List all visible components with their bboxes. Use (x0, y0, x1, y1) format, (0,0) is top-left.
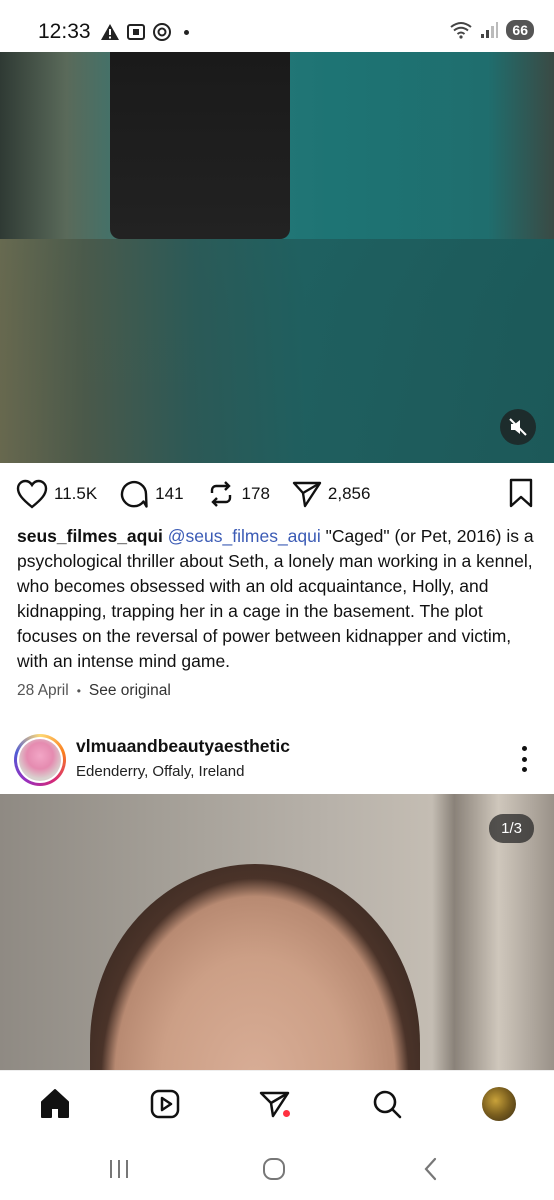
share-action[interactable]: 2,856 (292, 479, 371, 509)
at-icon (153, 23, 171, 41)
caption-mention[interactable]: @seus_filmes_aqui (168, 526, 321, 546)
nav-direct[interactable] (258, 1087, 292, 1121)
system-navigation (0, 1136, 554, 1200)
like-action[interactable]: 11.5K (16, 479, 97, 509)
screenshot-icon (127, 24, 145, 40)
status-icons-left (100, 22, 189, 42)
more-options-button[interactable] (514, 746, 534, 772)
like-count: 11.5K (54, 484, 98, 503)
status-time: 12:33 (38, 20, 91, 43)
nav-home[interactable] (38, 1087, 72, 1121)
back-icon[interactable] (421, 1157, 441, 1181)
home-icon[interactable] (38, 1087, 72, 1121)
muted-speaker-icon (509, 418, 527, 436)
warning-icon (101, 24, 119, 40)
nav-profile[interactable] (482, 1087, 516, 1121)
save-button[interactable] (508, 478, 534, 513)
post-username[interactable]: vlmuaandbeautyaesthetic (76, 736, 290, 757)
nav-reels[interactable] (148, 1087, 182, 1121)
caption-text: "Caged" (or Pet, 2016) is a psychologica… (17, 526, 534, 671)
nav-search[interactable] (370, 1087, 404, 1121)
wifi-icon (450, 22, 473, 39)
mute-button[interactable] (500, 409, 536, 445)
meta-separator: • (76, 684, 81, 698)
caption-username[interactable]: seus_filmes_aqui (17, 526, 163, 546)
repost-count: 178 (241, 484, 270, 503)
post-video[interactable] (0, 52, 554, 463)
bottom-navigation (0, 1070, 554, 1136)
avatar-image (19, 739, 61, 781)
comment-count: 141 (155, 484, 184, 503)
comment-icon[interactable] (119, 479, 149, 509)
post-header: vlmuaandbeautyaesthetic Edenderry, Offal… (14, 732, 540, 788)
status-icons-right: 66 (450, 20, 534, 40)
reels-icon[interactable] (149, 1088, 181, 1120)
status-bar: 12:33 66 (0, 0, 554, 52)
recent-apps-button[interactable] (104, 1154, 134, 1184)
notification-dot (283, 1110, 290, 1117)
bookmark-icon[interactable] (508, 478, 534, 508)
more-dot-icon (521, 756, 527, 762)
post-caption: seus_filmes_aqui @seus_filmes_aqui "Cage… (17, 524, 542, 674)
video-frame-bottom (0, 239, 554, 463)
home-button[interactable] (259, 1154, 289, 1184)
post-location[interactable]: Edenderry, Offaly, Ireland (76, 763, 244, 780)
post-photo[interactable]: 1/3 (0, 794, 554, 1070)
share-count: 2,856 (327, 484, 371, 503)
battery-indicator: 66 (506, 20, 534, 40)
post-actions: 11.5K 141 178 2,856 (16, 476, 538, 512)
comment-action[interactable]: 141 (119, 479, 184, 509)
share-icon[interactable] (292, 479, 322, 509)
repost-action[interactable]: 178 (206, 479, 270, 509)
repost-icon[interactable] (206, 479, 236, 509)
more-dot-icon (521, 767, 527, 772)
avatar[interactable] (14, 734, 66, 786)
carousel-page-indicator: 1/3 (489, 814, 534, 843)
profile-avatar[interactable] (482, 1087, 516, 1121)
heart-icon[interactable] (16, 479, 48, 509)
recent-apps-icon[interactable] (107, 1158, 131, 1180)
back-button[interactable] (416, 1154, 446, 1184)
search-icon[interactable] (371, 1088, 403, 1120)
video-figure (110, 52, 290, 239)
dot-icon (184, 29, 189, 35)
post-meta: 28 April • See original (17, 682, 171, 700)
signal-icon (481, 22, 499, 38)
more-dot-icon (521, 746, 527, 751)
home-circle-icon[interactable] (261, 1157, 287, 1181)
avatar-inner (17, 737, 63, 783)
see-original-link[interactable]: See original (89, 682, 171, 700)
photo-subject (90, 864, 420, 1070)
post-date: 28 April (17, 682, 69, 699)
